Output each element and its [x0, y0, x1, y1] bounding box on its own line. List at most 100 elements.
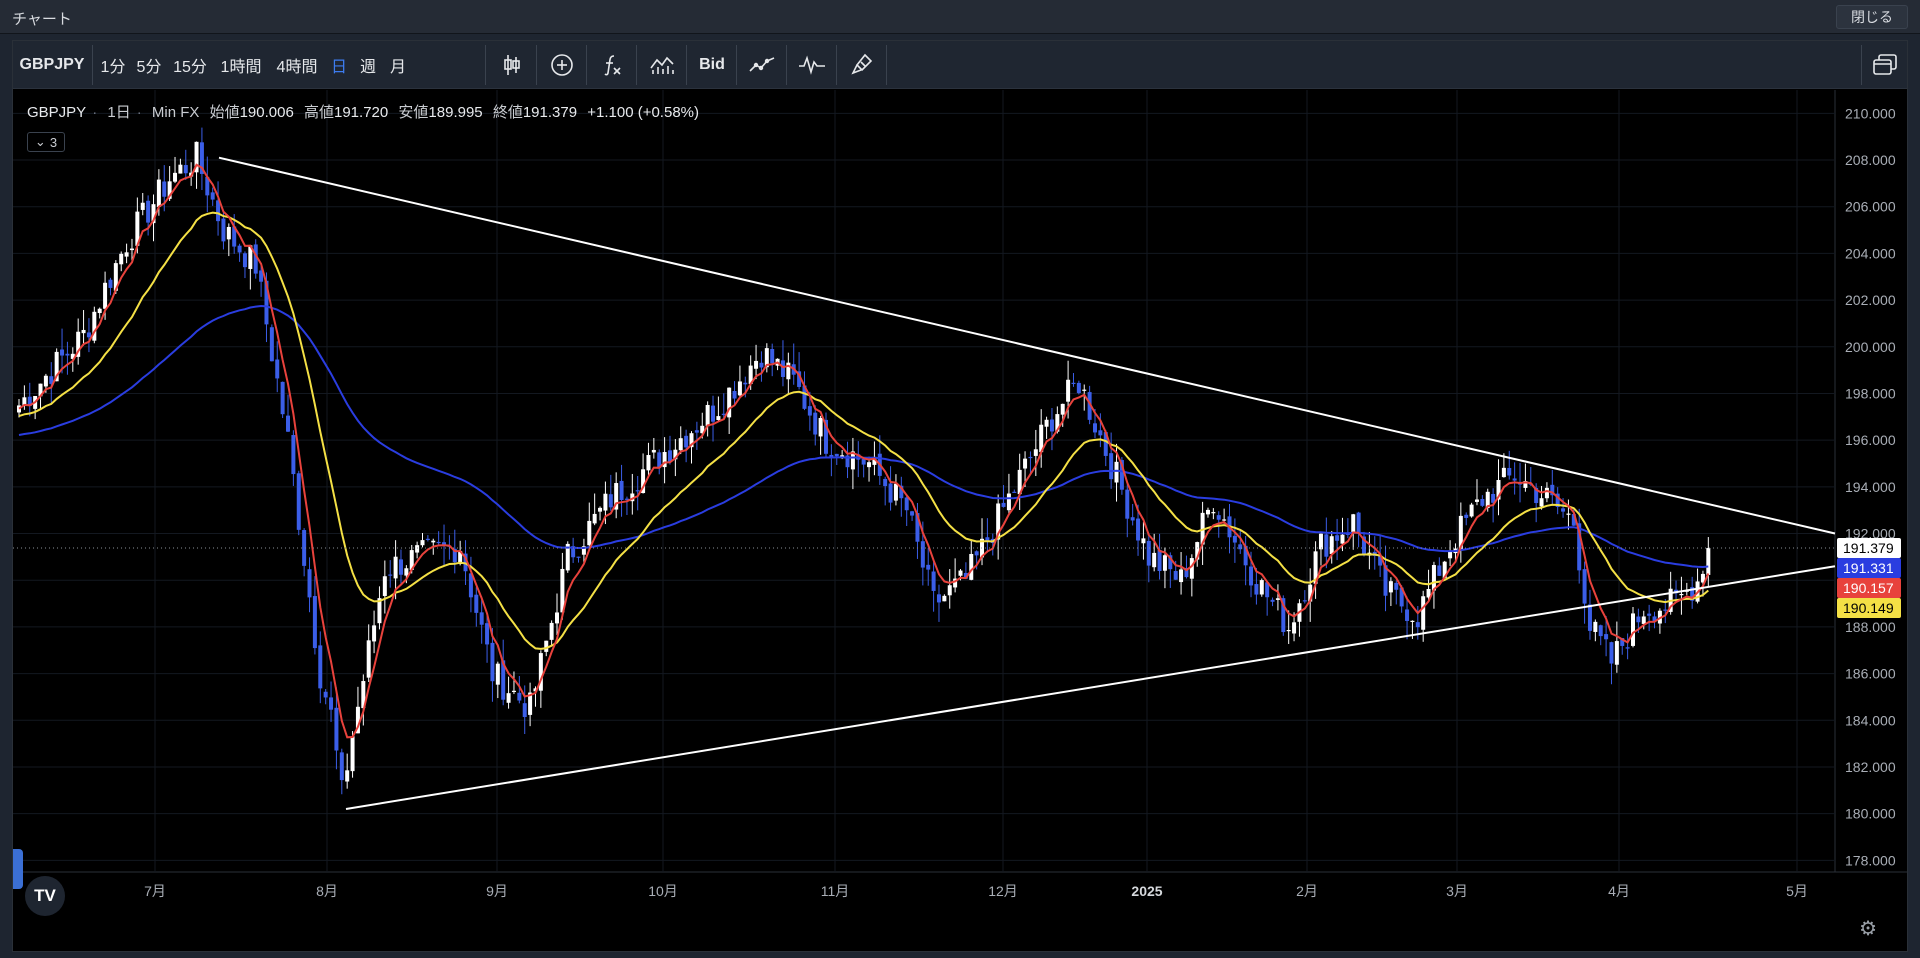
- candle: [479, 612, 484, 625]
- y-tick-label: 196.000: [1845, 432, 1896, 448]
- candle: [1351, 514, 1356, 534]
- candle: [1388, 581, 1393, 593]
- candle: [576, 556, 581, 558]
- candle: [1222, 519, 1227, 521]
- candle: [286, 415, 290, 432]
- symbol-button[interactable]: GBPJPY: [13, 41, 91, 89]
- y-tick-label: 208.000: [1845, 152, 1896, 168]
- function-icon[interactable]: [589, 41, 635, 89]
- candle: [382, 576, 387, 596]
- interval-1m[interactable]: 1分: [95, 41, 131, 89]
- candle: [1109, 453, 1114, 480]
- candle: [1415, 622, 1420, 628]
- candle: [366, 640, 371, 678]
- toolbar-separator: [736, 45, 737, 85]
- candle: [436, 541, 441, 544]
- candles-group: [17, 127, 1711, 795]
- candle: [1302, 600, 1307, 602]
- candle: [65, 353, 70, 356]
- side-panel-handle[interactable]: [13, 849, 23, 889]
- candle: [834, 453, 839, 457]
- window-title: チャート: [12, 11, 72, 28]
- y-tick-label: 198.000: [1845, 385, 1896, 401]
- legend-source: Min FX: [151, 104, 200, 121]
- interval-1mo[interactable]: 月: [383, 41, 413, 89]
- price-chart[interactable]: 7月 8月 9月 10月 11月 12月 2025 2月 3月 4月 5月 178.000 180.00…: [13, 90, 1907, 952]
- chevron-down-icon: ⌄: [34, 134, 46, 149]
- x-tick-label: 2025: [1131, 883, 1162, 899]
- interval-1w[interactable]: 週: [353, 41, 383, 89]
- candles-icon[interactable]: [489, 41, 535, 89]
- candle: [1324, 534, 1329, 557]
- legend-open: 190.006: [239, 104, 294, 121]
- candle: [162, 181, 167, 197]
- candle: [226, 226, 231, 240]
- price-label: 190.149: [1843, 600, 1894, 616]
- toolbar-separator: [836, 45, 837, 85]
- x-tick-label: 3月: [1446, 883, 1468, 899]
- candle: [1614, 641, 1619, 665]
- candle: [694, 430, 699, 433]
- candle: [716, 416, 721, 421]
- waveform-icon[interactable]: [789, 41, 835, 89]
- candle: [398, 559, 403, 575]
- ma-fast-line: [18, 163, 1710, 739]
- candle: [140, 202, 145, 210]
- candle: [888, 483, 893, 503]
- line-chart-icon[interactable]: [739, 41, 785, 89]
- gear-icon[interactable]: ⚙: [1859, 916, 1877, 941]
- candle: [242, 253, 247, 268]
- interval-4h[interactable]: 4時間: [269, 41, 325, 89]
- candle: [1507, 467, 1512, 476]
- candle: [183, 165, 188, 174]
- candle: [296, 473, 301, 530]
- candle: [743, 382, 748, 385]
- candle: [754, 360, 759, 369]
- candle: [81, 329, 86, 334]
- candle: [1604, 634, 1609, 640]
- candle: [1023, 458, 1028, 469]
- candle: [1275, 598, 1280, 600]
- y-tick-label: 204.000: [1845, 245, 1896, 261]
- candle: [867, 462, 872, 468]
- candle: [1152, 552, 1157, 568]
- chart-toolbar: GBPJPY 1分 5分 15分 1時間 4時間 日 週 月 Bid: [13, 41, 1907, 89]
- candle: [1636, 616, 1641, 623]
- bid-button[interactable]: Bid: [689, 41, 735, 89]
- toolbar-separator: [92, 45, 93, 85]
- add-indicator-icon[interactable]: [539, 41, 585, 89]
- candle: [307, 569, 312, 598]
- candle: [425, 538, 430, 540]
- candle: [1162, 555, 1167, 571]
- candle: [1464, 514, 1469, 518]
- chart-frame: GBPJPY 1分 5分 15分 1時間 4時間 日 週 月 Bid 7月 8月…: [12, 40, 1908, 952]
- candle: [549, 622, 554, 640]
- candle: [1136, 518, 1141, 541]
- candle: [1044, 419, 1049, 427]
- candle: [780, 360, 785, 377]
- candle: [651, 449, 656, 453]
- candle: [312, 596, 317, 649]
- brush-icon[interactable]: [839, 41, 885, 89]
- candle: [1410, 620, 1415, 622]
- layout-icon[interactable]: [1863, 41, 1907, 89]
- candle: [1663, 609, 1668, 611]
- interval-5m[interactable]: 5分: [131, 41, 167, 89]
- candle: [1706, 548, 1711, 575]
- interval-1d[interactable]: 日: [325, 41, 353, 89]
- candle: [1049, 419, 1054, 432]
- candle: [1448, 551, 1453, 559]
- candle: [1249, 566, 1254, 586]
- candle: [737, 381, 742, 396]
- interval-15m[interactable]: 15分: [167, 41, 213, 89]
- close-button[interactable]: 閉じる: [1836, 5, 1908, 29]
- candle: [420, 540, 425, 546]
- candle: [818, 417, 823, 437]
- interval-1h[interactable]: 1時間: [213, 41, 269, 89]
- candle: [910, 511, 915, 516]
- candle: [770, 349, 775, 364]
- x-tick-label: 11月: [821, 883, 850, 899]
- compare-icon[interactable]: [639, 41, 685, 89]
- x-tick-label: 5月: [1786, 883, 1808, 899]
- indicators-collapse-button[interactable]: ⌄ 3: [27, 132, 65, 152]
